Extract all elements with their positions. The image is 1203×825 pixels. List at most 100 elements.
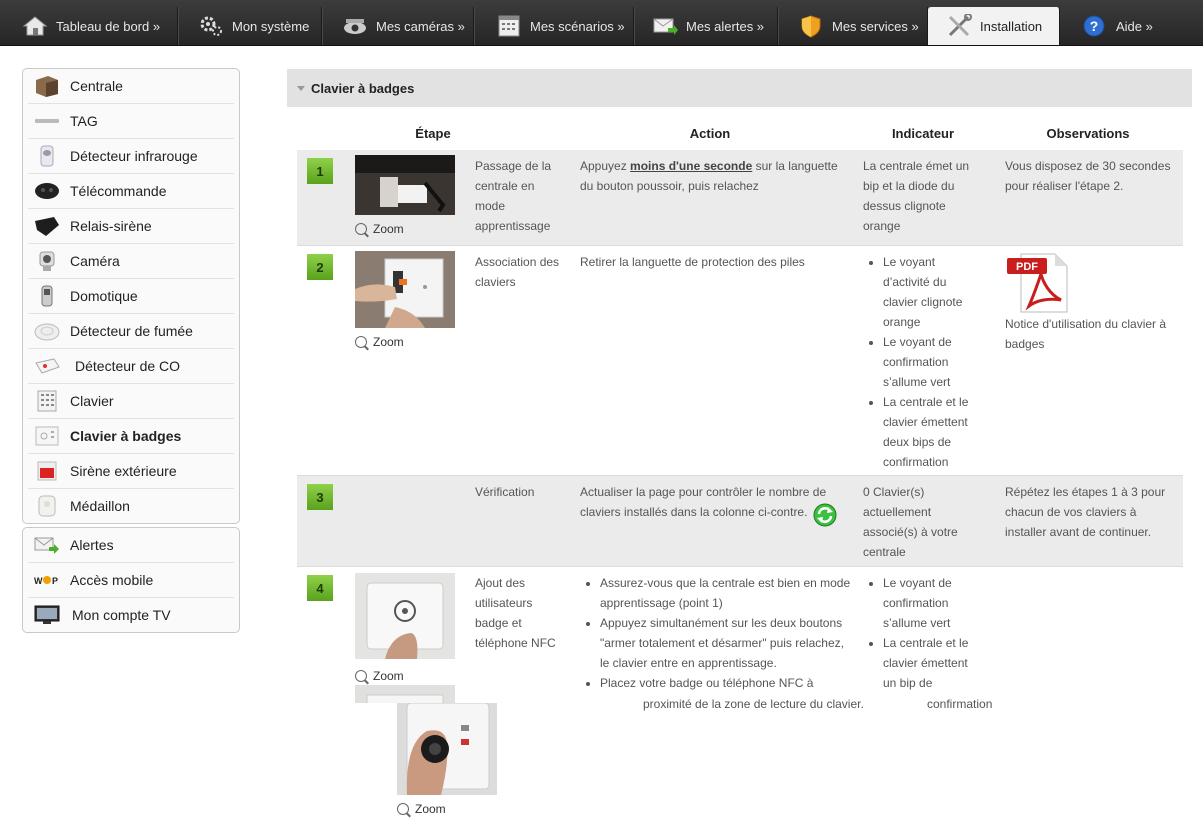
tab-aide[interactable]: ? Aide » <box>1060 7 1170 45</box>
tab-label: Mes alertes » <box>686 18 765 34</box>
tab-label: Mes services » <box>832 18 919 34</box>
sidebar-item-clavier[interactable]: Clavier <box>28 384 234 419</box>
column-header-etape: Étape <box>415 126 451 141</box>
action-overflow-text: proximité de la zone de lecture du clavi… <box>643 697 864 711</box>
step-4-photo[interactable] <box>355 573 455 659</box>
sidebar-item-detecteur-fumee[interactable]: Détecteur de fumée <box>28 314 234 349</box>
zoom-label: Zoom <box>373 669 404 683</box>
badge-keypad-icon <box>34 425 60 447</box>
sidebar-item-detecteur-co[interactable]: Détecteur de CO <box>28 349 234 384</box>
step-4-photo-2[interactable] <box>355 685 455 703</box>
pdf-label: PDF <box>1016 261 1038 273</box>
envelope-icon <box>34 534 60 556</box>
step-action-list: Assurez-vous que la centrale est bien en… <box>580 573 852 693</box>
step-title: Ajout des utilisateurs badge et téléphon… <box>475 576 556 650</box>
pdf-download-icon[interactable]: PDF <box>1005 252 1069 314</box>
sidebar-item-detecteur-infrarouge[interactable]: Détecteur infrarouge <box>28 139 234 174</box>
svg-text:P: P <box>52 576 58 586</box>
zoom-link[interactable]: Zoom <box>355 222 404 236</box>
account-sidebar: Alertes WP Accès mobile Mon compte TV <box>22 527 240 633</box>
step-title: Vérification <box>475 485 535 499</box>
medallion-icon <box>34 495 60 517</box>
tab-mes-scenarios[interactable]: Mes scénarios » <box>474 7 634 45</box>
zoom-link[interactable]: Zoom <box>355 335 404 349</box>
tab-installation[interactable]: Installation <box>928 7 1060 45</box>
action-item: Appuyez simultanément sur les deux bouto… <box>600 613 852 673</box>
magnifier-icon <box>355 223 367 235</box>
calendar-icon <box>496 14 522 38</box>
svg-text:W: W <box>34 576 43 586</box>
action-item: Assurez-vous que la centrale est bien en… <box>600 573 852 613</box>
step-title: Passage de la centrale en mode apprentis… <box>475 159 552 233</box>
smoke-detector-icon <box>34 320 60 342</box>
zoom-link[interactable]: Zoom <box>397 802 446 816</box>
outdoor-siren-icon <box>34 460 60 482</box>
indicator-item: Le voyant d’activité du clavier clignote… <box>883 252 981 332</box>
step-action: Appuyez moins d'une seconde sur la langu… <box>580 156 852 196</box>
tab-mes-services[interactable]: Mes services » <box>778 7 928 45</box>
sidebar-item-acces-mobile[interactable]: WP Accès mobile <box>28 563 234 598</box>
zoom-link[interactable]: Zoom <box>355 669 404 683</box>
home-icon <box>22 14 48 38</box>
step-1-photo[interactable] <box>355 155 455 215</box>
step-number: 3 <box>307 484 333 510</box>
sidebar-item-label: Clavier <box>70 393 114 409</box>
sidebar-item-camera[interactable]: Caméra <box>28 244 234 279</box>
tab-mes-alertes[interactable]: Mes alertes » <box>634 7 778 45</box>
step-observations: Répétez les étapes 1 à 3 pour chacun de … <box>1005 485 1166 539</box>
section-header[interactable]: Clavier à badges <box>287 69 1192 107</box>
sidebar-item-sirene-exterieure[interactable]: Sirène extérieure <box>28 454 234 489</box>
sidebar-item-relais-sirene[interactable]: Relais-sirène <box>28 209 234 244</box>
sidebar-item-label: Alertes <box>70 537 114 553</box>
tab-tableau-de-bord[interactable]: Tableau de bord » <box>0 7 178 45</box>
column-header-indicateur: Indicateur <box>891 126 955 141</box>
step-observations: Vous disposez de 30 secondes pour réalis… <box>1005 159 1171 193</box>
step-row-4: 4 Zoom Ajout des utilisateurs badge et t… <box>297 567 1183 703</box>
step-observations[interactable]: Notice d'utilisation du clavier à badges <box>1005 314 1181 354</box>
sidebar-item-telecommande[interactable]: Télécommande <box>28 174 234 209</box>
camera-icon <box>342 14 368 38</box>
sidebar-item-alertes[interactable]: Alertes <box>28 528 234 563</box>
sidebar-item-mon-compte-tv[interactable]: Mon compte TV <box>28 598 234 632</box>
step-2-photo[interactable] <box>355 251 455 328</box>
column-header-action: Action <box>689 126 731 141</box>
wap-icon: WP <box>34 569 60 591</box>
step-row-2: 2 Zoom Association des claviers Retirer … <box>297 246 1183 476</box>
action-text: Appuyez <box>580 159 631 173</box>
tv-icon <box>34 604 60 626</box>
zoom-label: Zoom <box>373 222 404 236</box>
co-detector-icon <box>34 355 60 377</box>
sidebar-item-tag[interactable]: TAG <box>28 104 234 139</box>
top-navigation: Tableau de bord » Mon système Mes caméra… <box>0 0 1203 46</box>
indicator-item: La centrale et le clavier émettent deux … <box>883 392 981 472</box>
shield-icon <box>798 14 824 38</box>
tab-mon-systeme[interactable]: Mon système <box>178 7 322 45</box>
sidebar-item-clavier-badges[interactable]: Clavier à badges <box>28 419 234 454</box>
envelope-icon <box>652 14 678 38</box>
step-number: 2 <box>307 254 333 280</box>
column-header-observations: Observations <box>1046 126 1130 141</box>
sidebar-item-label: Détecteur de fumée <box>70 323 193 339</box>
refresh-icon[interactable] <box>813 503 837 527</box>
magnifier-icon <box>397 803 409 815</box>
step-indicator: 0 Clavier(s) actuellement associé(s) à v… <box>863 485 958 559</box>
tab-label: Aide » <box>1116 18 1153 34</box>
sidebar-item-label: Télécommande <box>70 183 167 199</box>
indicator-overflow-text: confirmation <box>927 697 993 711</box>
tab-mes-cameras[interactable]: Mes caméras » <box>322 7 474 45</box>
sidebar-item-centrale[interactable]: Centrale <box>28 69 234 104</box>
sidebar-item-domotique[interactable]: Domotique <box>28 279 234 314</box>
sidebar-item-label: Sirène extérieure <box>70 463 177 479</box>
gears-icon <box>198 14 224 38</box>
zoom-label: Zoom <box>373 335 404 349</box>
keypad-icon <box>34 390 60 412</box>
sidebar-item-medaillon[interactable]: Médaillon <box>28 489 234 523</box>
tag-icon <box>34 110 60 132</box>
tab-label: Installation <box>980 18 1043 34</box>
section-title: Clavier à badges <box>311 80 415 96</box>
sidebar-item-label: Détecteur infrarouge <box>70 148 198 164</box>
siren-relay-icon <box>34 215 60 237</box>
webcam-icon <box>34 250 60 272</box>
step-4-photo-2-overflow[interactable] <box>397 703 497 795</box>
step-row-1: 1 Zoom Passage de la centrale en mode ap… <box>297 150 1183 246</box>
